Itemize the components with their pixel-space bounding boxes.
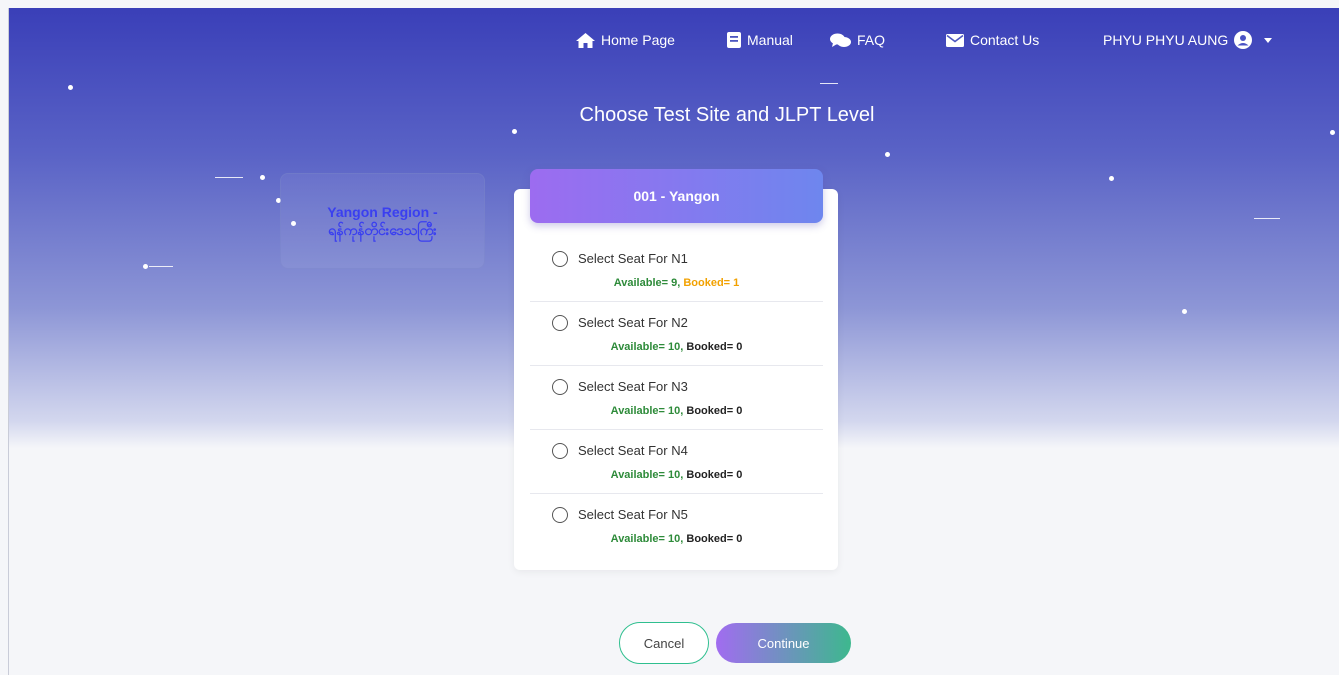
star-dash [149, 266, 173, 267]
user-circle-icon [1234, 31, 1253, 49]
available-count: Available= 10, [610, 405, 684, 417]
nav-faq-link[interactable]: FAQ [830, 30, 885, 50]
home-icon [576, 32, 595, 48]
booked-count: Booked= 0 [686, 469, 743, 481]
booked-count: Booked= 0 [686, 405, 743, 417]
level-option-n1[interactable]: Select Seat For N1 Available= 9, Booked=… [530, 238, 823, 302]
nav-manual-label: Manual [747, 32, 793, 48]
nav-contact-link[interactable]: Contact Us [946, 30, 1039, 50]
region-name-myanmar: ရန်ကုန်တိုင်းဒေသကြီး [328, 222, 437, 238]
level-option-label: Select Seat For N2 [578, 315, 688, 330]
radio-button-n5[interactable] [552, 507, 568, 523]
seat-stats: Available= 9, Booked= 1 [530, 277, 823, 289]
book-icon [727, 32, 741, 48]
level-option-n3[interactable]: Select Seat For N3 Available= 10, Booked… [530, 366, 823, 430]
level-option-n4[interactable]: Select Seat For N4 Available= 10, Booked… [530, 430, 823, 494]
star-dash [820, 83, 838, 84]
radio-button-n1[interactable] [552, 251, 568, 267]
booked-count: Booked= 1 [683, 277, 740, 289]
seat-stats: Available= 10, Booked= 0 [530, 533, 823, 545]
star-dot [260, 175, 265, 180]
radio-button-n2[interactable] [552, 315, 568, 331]
star-dot [68, 85, 73, 90]
seat-stats: Available= 10, Booked= 0 [530, 341, 823, 353]
radio-button-n4[interactable] [552, 443, 568, 459]
available-count: Available= 10, [610, 469, 684, 481]
level-option-label: Select Seat For N1 [578, 251, 688, 266]
cancel-button[interactable]: Cancel [619, 622, 709, 664]
available-count: Available= 10, [610, 533, 684, 545]
radio-button-n3[interactable] [552, 379, 568, 395]
star-dash [215, 177, 243, 178]
level-option-label: Select Seat For N3 [578, 379, 688, 394]
user-menu-dropdown[interactable]: PHYU PHYU AUNG [1103, 30, 1273, 50]
continue-button[interactable]: Continue [716, 623, 851, 663]
envelope-icon [946, 33, 964, 47]
nav-faq-label: FAQ [857, 32, 886, 48]
level-option-n5[interactable]: Select Seat For N5 Available= 10, Booked… [530, 494, 823, 557]
nav-home-label: Home Page [601, 32, 675, 48]
test-site-header: 001 - Yangon [530, 169, 823, 223]
seat-stats: Available= 10, Booked= 0 [530, 405, 823, 417]
seat-stats: Available= 10, Booked= 0 [530, 469, 823, 481]
star-dot [1182, 309, 1187, 314]
comments-icon [830, 33, 851, 47]
available-count: Available= 10, [610, 341, 684, 353]
star-dash [1254, 218, 1280, 219]
booked-count: Booked= 0 [686, 341, 743, 353]
level-option-label: Select Seat For N4 [578, 443, 688, 458]
page-title: Choose Test Site and JLPT Level [579, 104, 875, 126]
star-dot [1109, 176, 1114, 181]
booked-count: Booked= 0 [686, 533, 743, 545]
nav-manual-link[interactable]: Manual [727, 30, 793, 50]
star-dot [512, 129, 517, 134]
user-name: PHYU PHYU AUNG [1103, 32, 1229, 48]
available-count: Available= 9, [613, 277, 681, 289]
region-name-english: Yangon Region - [327, 204, 438, 220]
star-dot [1330, 130, 1335, 135]
region-card-yangon[interactable]: Yangon Region - ရန်ကုန်တိုင်းဒေသကြီး [280, 173, 485, 269]
level-options-list: Select Seat For N1 Available= 9, Booked=… [530, 238, 823, 557]
level-option-n2[interactable]: Select Seat For N2 Available= 10, Booked… [530, 302, 823, 366]
star-dot [143, 264, 148, 269]
nav-contact-label: Contact Us [970, 32, 1040, 48]
level-option-label: Select Seat For N5 [578, 507, 688, 522]
star-dot [885, 152, 890, 157]
caret-down-icon [1264, 37, 1273, 43]
nav-home-link[interactable]: Home Page [576, 30, 675, 50]
